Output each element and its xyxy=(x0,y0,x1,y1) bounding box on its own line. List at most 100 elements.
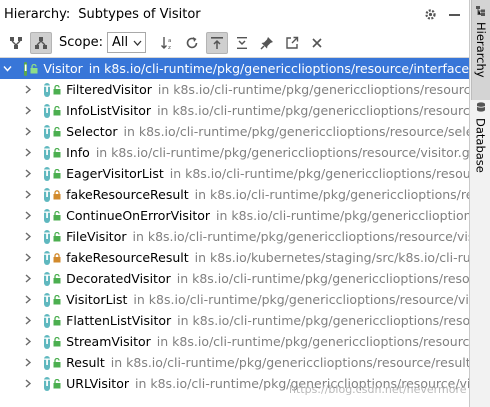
tree-item-name: ContinueOnErrorVisitor xyxy=(66,208,211,223)
public-visibility-icon xyxy=(53,168,61,179)
scope-label: Scope: xyxy=(59,35,103,50)
tree-row[interactable]: T Selector in k8s.io/cli-runtime/pkg/gener… xyxy=(0,121,469,142)
tree-row[interactable]: T Info in k8s.io/cli-runtime/pkg/genericcl… xyxy=(0,142,469,163)
scope-select[interactable]: All xyxy=(106,32,147,53)
tree-item-location: in k8s.io/cli-runtime/pkg/genericcliopti… xyxy=(177,313,469,328)
tree-item-location: in k8s.io/cli-runtime/pkg/genericcliopti… xyxy=(216,208,469,223)
tree-item-location: in k8s.io/cli-runtime/pkg/genericcliopti… xyxy=(157,82,469,97)
toolbar: Scope: All az xyxy=(0,28,469,58)
public-visibility-icon xyxy=(53,378,61,389)
tab-hierarchy[interactable]: Hierarchy xyxy=(471,0,490,100)
gear-icon[interactable] xyxy=(423,7,437,21)
tree-row[interactable]: T FileVisitor in k8s.io/cli-runtime/pkg/ge… xyxy=(0,226,469,247)
type-icon: T xyxy=(44,145,51,160)
tree-row[interactable]: TfakeResourceResult in k8s.io/kubernetes/… xyxy=(0,247,469,268)
tree-item-name: FilteredVisitor xyxy=(66,82,152,97)
chevron-right-icon[interactable] xyxy=(23,274,32,283)
type-icon: T xyxy=(44,313,51,328)
type-icon: T xyxy=(44,355,51,370)
tree-root-row[interactable]: I Visitor in k8s.io/cli-runtime/pkg/gene… xyxy=(0,58,469,79)
tree-item-name: InfoListVisitor xyxy=(66,103,152,118)
tree-item-name: Info xyxy=(66,145,90,160)
chevron-right-icon[interactable] xyxy=(23,85,32,94)
supertypes-hierarchy-button[interactable] xyxy=(5,32,27,54)
tree-row[interactable]: T StreamVisitor in k8s.io/cli-runtime/pkg/… xyxy=(0,331,469,352)
root-name: Visitor xyxy=(43,61,83,76)
interface-icon: I xyxy=(24,61,28,76)
chevron-right-icon[interactable] xyxy=(23,148,32,157)
type-icon: T xyxy=(44,124,51,139)
tab-database[interactable]: Database xyxy=(471,100,490,180)
public-visibility-icon xyxy=(53,315,61,326)
refresh-button[interactable] xyxy=(181,32,203,54)
tree-row[interactable]: T FlattenListVisitor in k8s.io/cli-runtime… xyxy=(0,310,469,331)
public-visibility-icon xyxy=(30,63,38,74)
tree-item-location: in k8s.io/cli-runtime/pkg/genericcliopti… xyxy=(95,145,469,160)
chevron-right-icon[interactable] xyxy=(23,190,32,199)
chevron-right-icon[interactable] xyxy=(23,295,32,304)
tab-database-label: Database xyxy=(473,118,488,173)
scroll-to-source-button[interactable] xyxy=(206,31,229,54)
chevron-right-icon[interactable] xyxy=(23,337,32,346)
public-visibility-icon xyxy=(53,273,61,284)
database-icon xyxy=(476,100,486,115)
expand-all-button[interactable] xyxy=(231,32,253,54)
chevron-right-icon[interactable] xyxy=(23,211,32,220)
tree-item-name: DecoratedVisitor xyxy=(66,271,171,286)
chevron-right-icon[interactable] xyxy=(23,232,32,241)
chevron-right-icon[interactable] xyxy=(23,316,32,325)
public-visibility-icon xyxy=(53,336,61,347)
open-in-new-tab-icon[interactable] xyxy=(281,32,303,54)
chevron-right-icon[interactable] xyxy=(23,127,32,136)
chevron-right-icon[interactable] xyxy=(23,169,32,178)
tree-item-name: EagerVisitorList xyxy=(66,166,164,181)
chevron-right-icon[interactable] xyxy=(23,379,32,388)
tree-item-location: in k8s.io/cli-runtime/pkg/genericcliopti… xyxy=(194,187,469,202)
tree-item-name: FileVisitor xyxy=(66,229,127,244)
tree-item-location: in k8s.io/cli-runtime/pkg/genericcliopti… xyxy=(169,166,469,181)
private-lock-icon xyxy=(53,252,61,263)
public-visibility-icon xyxy=(53,147,61,158)
close-icon[interactable] xyxy=(306,32,328,54)
public-visibility-icon xyxy=(53,210,61,221)
tree-item-location: in k8s.io/kubernetes/staging/src/k8s.io/… xyxy=(194,250,469,265)
chevron-down-icon[interactable] xyxy=(3,64,12,73)
chevron-down-icon xyxy=(133,35,142,50)
tree-row[interactable]: T DecoratedVisitor in k8s.io/cli-runtime/p… xyxy=(0,268,469,289)
pin-icon[interactable] xyxy=(256,32,278,54)
tree-item-location: in k8s.io/cli-runtime/pkg/genericcliopti… xyxy=(133,292,469,307)
public-visibility-icon xyxy=(53,231,61,242)
chevron-right-icon[interactable] xyxy=(23,358,32,367)
tree-item-location: in k8s.io/cli-runtime/pkg/genericcliopti… xyxy=(110,355,469,370)
tree-row[interactable]: T InfoListVisitor in k8s.io/cli-runtime/pk… xyxy=(0,100,469,121)
tree-row[interactable]: T FilteredVisitor in k8s.io/cli-runtime/pk… xyxy=(0,79,469,100)
tree-row[interactable]: T VisitorList in k8s.io/cli-runtime/pkg/ge… xyxy=(0,289,469,310)
type-icon: T xyxy=(44,334,51,349)
svg-text:a: a xyxy=(168,38,171,44)
chevron-right-icon[interactable] xyxy=(23,106,32,115)
panel-subtitle: Subtypes of Visitor xyxy=(78,6,201,22)
scope-value: All xyxy=(111,35,129,50)
type-icon: T xyxy=(44,187,51,202)
tree-item-name: fakeResourceResult xyxy=(66,187,189,202)
tree-row[interactable]: TfakeResourceResult in k8s.io/cli-runtime… xyxy=(0,184,469,205)
subtypes-hierarchy-button[interactable] xyxy=(30,31,52,54)
panel-title: Hierarchy: Subtypes of Visitor xyxy=(4,7,201,22)
hide-icon[interactable] xyxy=(447,7,461,21)
type-icon: T xyxy=(44,82,51,97)
tab-hierarchy-label: Hierarchy xyxy=(474,22,488,78)
public-visibility-icon xyxy=(53,357,61,368)
tree-item-location: in k8s.io/cli-runtime/pkg/genericcliopti… xyxy=(176,271,469,286)
private-lock-icon xyxy=(53,189,61,200)
tree-row[interactable]: T Result in k8s.io/cli-runtime/pkg/generic… xyxy=(0,352,469,373)
type-icon: T xyxy=(44,250,51,265)
right-tool-strip: Hierarchy Database xyxy=(471,0,490,407)
tree-item-location: in k8s.io/cli-runtime/pkg/genericcliopti… xyxy=(157,103,469,118)
chevron-right-icon[interactable] xyxy=(23,253,32,262)
tree-row[interactable]: T ContinueOnErrorVisitor in k8s.io/cli-run… xyxy=(0,205,469,226)
sort-alphabetically-button[interactable]: az xyxy=(156,32,178,54)
hierarchy-tab-icon xyxy=(476,4,486,19)
panel-title-label: Hierarchy: xyxy=(4,6,71,22)
tree-row[interactable]: T EagerVisitorList in k8s.io/cli-runtime/p… xyxy=(0,163,469,184)
hierarchy-panel: Hierarchy: Subtypes of Visitor Scope: All… xyxy=(0,0,470,407)
